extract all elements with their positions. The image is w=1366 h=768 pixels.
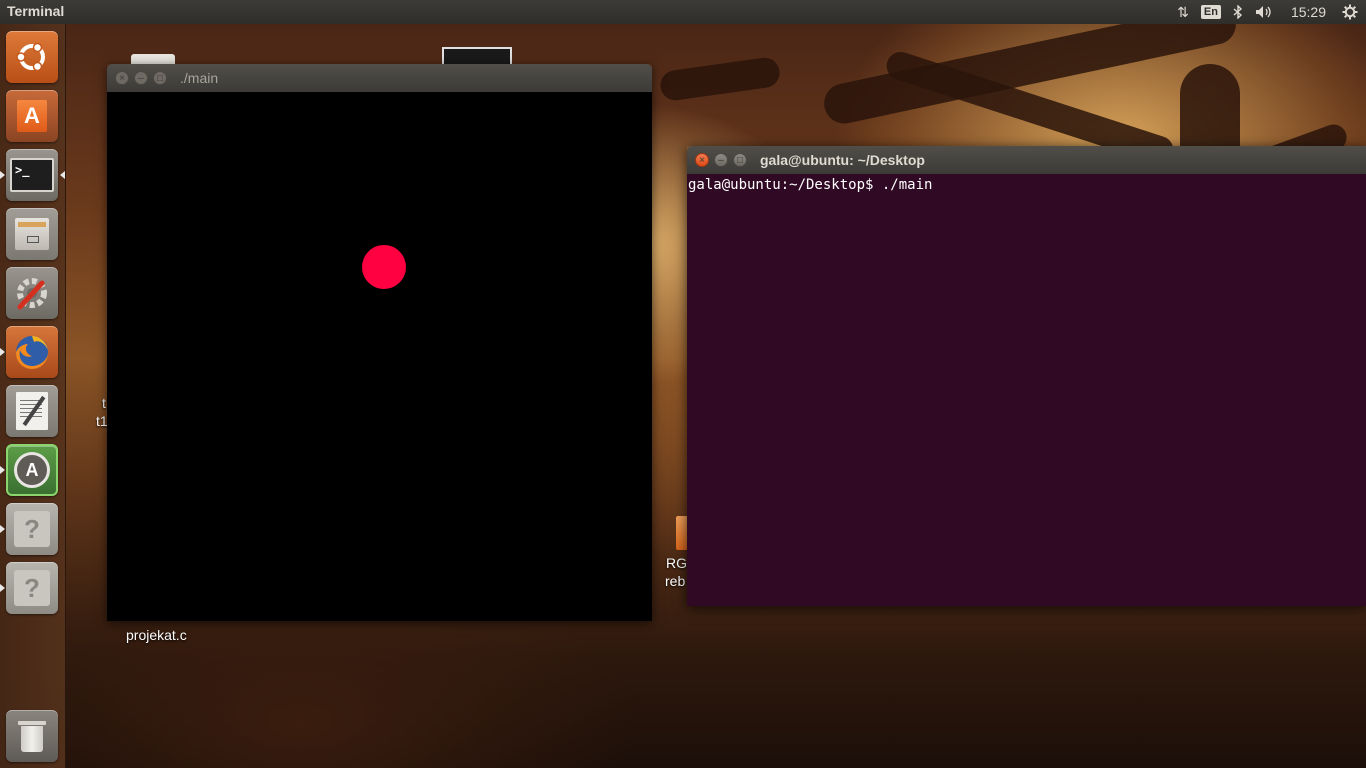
keyboard-layout-indicator[interactable]: En	[1195, 0, 1227, 24]
text-editor-icon	[16, 392, 48, 430]
active-app-title: Terminal	[7, 3, 65, 19]
desktop-icon-label: t	[102, 395, 106, 411]
window-titlebar[interactable]: × – □ gala@ubuntu: ~/Desktop	[687, 146, 1366, 174]
desktop-icon-label: reb	[665, 573, 686, 589]
clock[interactable]: 15:29	[1279, 0, 1338, 24]
launcher: A >_ A ? ?	[0, 24, 66, 768]
window-title: gala@ubuntu: ~/Desktop	[760, 152, 925, 168]
running-indicator	[0, 171, 5, 179]
minimize-button[interactable]: –	[714, 153, 728, 167]
render-canvas[interactable]	[107, 92, 652, 621]
desktop-icon-label: t1	[96, 413, 108, 429]
ubuntu-logo-icon	[16, 42, 45, 72]
desktop-icon-label: projekat.c	[126, 627, 187, 643]
desktop-icon-projekat[interactable]: projekat.c	[118, 618, 208, 648]
desktop-icon-rg[interactable]: RG reb	[660, 512, 690, 592]
bluetooth-icon[interactable]	[1227, 0, 1249, 24]
terminal-prompt-line: gala@ubuntu:~/Desktop$ ./main	[688, 177, 933, 193]
launcher-software-updater[interactable]: A	[6, 444, 58, 496]
terminal-body[interactable]: gala@ubuntu:~/Desktop$ ./main	[687, 174, 1366, 606]
launcher-trash[interactable]	[6, 710, 58, 762]
terminal-window[interactable]: × – □ gala@ubuntu: ~/Desktop gala@ubuntu…	[687, 146, 1366, 606]
firefox-icon	[15, 336, 48, 370]
volume-icon[interactable]	[1249, 0, 1279, 24]
main-app-window[interactable]: × – □ ./main	[107, 64, 652, 621]
close-button[interactable]: ×	[695, 153, 709, 167]
launcher-firefox[interactable]	[6, 326, 58, 378]
close-button[interactable]: ×	[115, 71, 129, 85]
top-panel: Terminal ⇅ En 15:29	[0, 0, 1366, 24]
question-mark-icon: ?	[14, 511, 50, 547]
desktop-icon-label: RG	[666, 555, 687, 571]
window-title: ./main	[180, 70, 219, 86]
launcher-files[interactable]	[6, 208, 58, 260]
indicator-area: ⇅ En 15:29	[1171, 0, 1366, 24]
keyboard-layout-label: En	[1200, 5, 1221, 19]
minimize-button[interactable]: –	[134, 71, 148, 85]
terminal-icon: >_	[10, 158, 54, 192]
launcher-system-settings[interactable]	[6, 267, 58, 319]
running-indicator	[0, 525, 5, 533]
gear-icon[interactable]	[1338, 0, 1366, 24]
running-indicator	[0, 348, 5, 356]
running-indicator	[0, 466, 5, 474]
software-bag-icon: A	[17, 100, 47, 132]
software-updater-icon: A	[14, 452, 50, 488]
settings-wrench-icon	[17, 278, 47, 310]
file-cabinet-icon	[15, 218, 49, 250]
launcher-text-editor[interactable]	[6, 385, 58, 437]
maximize-button[interactable]: □	[733, 153, 747, 167]
red-circle	[362, 245, 406, 289]
network-arrows-icon[interactable]: ⇅	[1171, 0, 1195, 24]
maximize-button[interactable]: □	[153, 71, 167, 85]
launcher-unknown-app-1[interactable]: ?	[6, 503, 58, 555]
launcher-dash-home[interactable]	[6, 31, 58, 83]
launcher-unknown-app-2[interactable]: ?	[6, 562, 58, 614]
launcher-software-center[interactable]: A	[6, 90, 58, 142]
active-indicator	[60, 171, 65, 179]
launcher-terminal[interactable]: >_	[6, 149, 58, 201]
trash-icon	[18, 719, 46, 753]
running-indicator	[0, 584, 5, 592]
window-titlebar[interactable]: × – □ ./main	[107, 64, 652, 92]
question-mark-icon: ?	[14, 570, 50, 606]
